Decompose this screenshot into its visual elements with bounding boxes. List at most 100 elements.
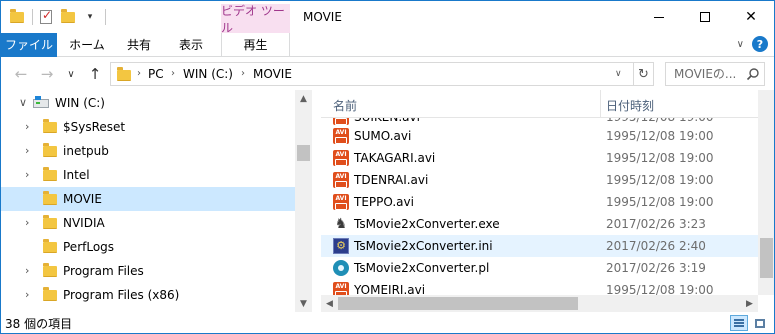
file-date: 1995/12/08 19:00 [606,151,714,165]
scroll-down-arrow-icon[interactable]: ▼ [295,295,312,312]
file-list-vertical-scrollbar[interactable] [758,90,774,295]
expand-arrow-icon[interactable]: › [25,264,29,277]
file-row[interactable]: AVI TEPPO.avi 1995/12/08 19:00 [321,191,758,213]
tree-item-intel[interactable]: › Intel [1,163,295,187]
folder-icon [43,263,57,277]
window-folder-icon[interactable] [7,7,27,27]
navigation-bar: ← → ∨ ↑ › PC › WIN (C:) › MOVIE ∨ ↻ [1,58,774,90]
tab-file[interactable]: ファイル [1,33,57,57]
tab-home[interactable]: ホーム [63,33,111,57]
recent-locations-button[interactable]: ∨ [61,64,81,84]
back-button[interactable]: ← [11,64,31,84]
folder-icon [117,67,131,81]
maximize-button[interactable] [682,1,728,33]
tree-item-program-files-x86[interactable]: › Program Files (x86) [1,283,295,307]
file-date: 1995/12/08 19:00 [606,173,714,187]
refresh-button[interactable]: ↻ [633,63,653,85]
address-dropdown-icon[interactable]: ∨ [615,69,622,79]
qat-separator [105,9,106,25]
folder-icon [43,167,57,181]
tree-item-perflogs[interactable]: PerfLogs [1,235,295,259]
column-header-date[interactable]: 日付時刻 [606,97,654,114]
scrollbar-thumb[interactable] [297,145,310,161]
search-input[interactable] [666,63,742,85]
tree-item-win-c[interactable]: ∨ WIN (C:) [1,91,295,115]
scroll-up-arrow-icon[interactable]: ▲ [295,90,312,107]
nav-pane-scrollbar[interactable]: ▲ ▼ [295,90,312,312]
tree-item-movie[interactable]: MOVIE [1,187,295,211]
breadcrumb-movie[interactable]: MOVIE [253,67,292,81]
new-folder-icon[interactable] [58,7,78,27]
close-icon: ✕ [745,9,757,25]
breadcrumb-win-c[interactable]: WIN (C:) [183,67,233,81]
search-icon[interactable] [746,67,760,81]
status-bar: 38 個の項目 [1,312,774,333]
qat-separator [32,9,33,25]
tab-share[interactable]: 共有 [115,33,163,57]
customize-qat-icon[interactable]: ▾ [80,7,100,27]
title-bar: ▾ ビデオ ツール MOVIE ✕ [1,1,774,35]
tree-item-label: Program Files (x86) [63,288,180,302]
quick-access-toolbar: ▾ [7,7,109,27]
sort-ascending-icon: ⌃ [461,90,470,97]
file-name: TAKAGARI.avi [354,151,436,165]
navigation-pane: ∨ WIN (C:) › $SysReset › inetpub › Intel… [1,90,311,312]
tab-view[interactable]: 表示 [167,33,215,57]
expand-arrow-icon[interactable]: › [25,216,29,229]
tab-play[interactable]: 再生 [221,33,290,57]
expand-arrow-icon[interactable]: › [25,120,29,133]
search-box [665,62,765,86]
large-icons-view-button[interactable] [751,315,769,331]
window-controls: ✕ [636,1,774,33]
scrollbar-thumb[interactable] [760,238,773,278]
file-name: TsMovie2xConverter.ini [354,239,493,253]
file-row[interactable]: AVI TAKAGARI.avi 1995/12/08 19:00 [321,147,758,169]
file-row[interactable]: AVI TDENRAI.avi 1995/12/08 19:00 [321,169,758,191]
file-row[interactable]: ♞ TsMovie2xConverter.exe 2017/02/26 3:23 [321,213,758,235]
file-row[interactable]: TsMovie2xConverter.pl 2017/02/26 3:19 [321,257,758,279]
scroll-left-arrow-icon[interactable]: ◀ [321,295,338,312]
details-view-icon [734,319,744,327]
details-view-button[interactable] [730,315,748,331]
forward-button[interactable]: → [37,64,57,84]
breadcrumb-pc[interactable]: PC [148,67,164,81]
tree-item-label: inetpub [63,144,109,158]
file-row-selected[interactable]: TsMovie2xConverter.ini 2017/02/26 2:40 [321,235,758,257]
help-icon[interactable]: ? [752,36,768,52]
file-list-horizontal-scrollbar[interactable]: ◀ ▶ [321,295,758,312]
breadcrumb-separator: › [137,68,141,79]
tree-item-sysreset[interactable]: › $SysReset [1,115,295,139]
expand-ribbon-icon[interactable]: ∨ [737,39,744,50]
file-date: 1995/12/08 19:00 [606,129,714,143]
properties-icon[interactable] [36,7,56,27]
collapse-arrow-icon[interactable]: ∨ [19,96,27,109]
drive-icon [33,96,49,108]
close-button[interactable]: ✕ [728,1,774,33]
folder-icon [43,191,57,205]
minimize-icon [654,16,664,18]
avi-file-icon: AVI [333,150,349,166]
tree-item-inetpub[interactable]: › inetpub [1,139,295,163]
scrollbar-thumb[interactable] [338,297,578,310]
scroll-right-arrow-icon[interactable]: ▶ [741,295,758,312]
column-divider[interactable] [600,90,601,118]
folder-icon [43,143,57,157]
minimize-button[interactable] [636,1,682,33]
expand-arrow-icon[interactable]: › [25,168,29,181]
file-row[interactable]: AVI YOMEIRI.avi 1995/12/08 19:00 [321,279,758,295]
file-date: 1995/12/08 19:00 [606,195,714,209]
address-bar[interactable]: › PC › WIN (C:) › MOVIE ∨ ↻ [110,62,654,86]
avi-file-icon: AVI [333,194,349,210]
folder-icon [43,119,57,133]
expand-arrow-icon[interactable]: › [25,288,29,301]
file-name: TsMovie2xConverter.pl [354,261,490,275]
column-header-name[interactable]: 名前 [333,97,357,114]
file-date: 2017/02/26 3:19 [606,261,706,275]
tree-item-program-files[interactable]: › Program Files [1,259,295,283]
expand-arrow-icon[interactable]: › [25,144,29,157]
file-row[interactable]: AVI SUMO.avi 1995/12/08 19:00 [321,125,758,147]
tree-item-nvidia[interactable]: › NVIDIA [1,211,295,235]
ribbon-tabs: ファイル ホーム 共有 表示 再生 ∨ ? [1,33,774,57]
up-button[interactable]: ↑ [85,64,105,84]
folder-icon [43,215,57,229]
